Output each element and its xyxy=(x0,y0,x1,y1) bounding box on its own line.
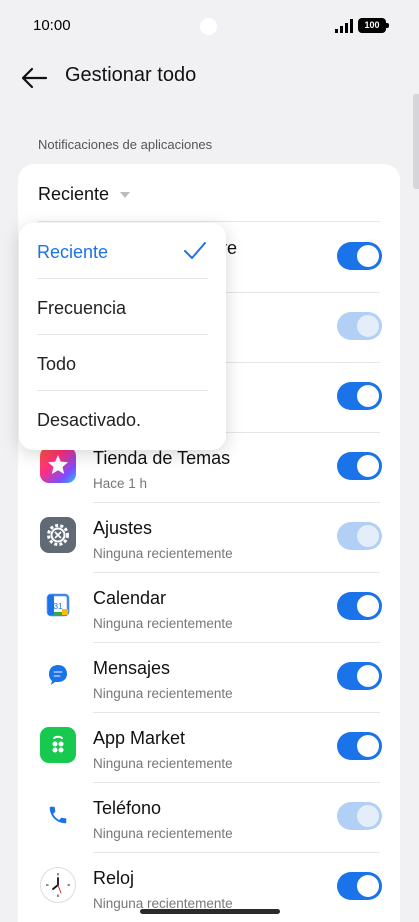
notification-toggle[interactable] xyxy=(337,592,382,620)
sort-option-frecuencia[interactable]: Frecuencia xyxy=(19,279,226,335)
svg-text:31: 31 xyxy=(54,602,63,611)
notification-toggle[interactable] xyxy=(337,732,382,760)
divider xyxy=(93,572,380,573)
notification-toggle[interactable] xyxy=(337,662,382,690)
toggle-knob xyxy=(357,455,379,477)
notification-toggle[interactable] xyxy=(337,802,382,830)
app-name: Calendar xyxy=(93,588,167,608)
app-last-notification: Ninguna recientemente xyxy=(93,546,233,561)
sort-selector[interactable]: Reciente xyxy=(18,164,400,222)
divider xyxy=(93,852,380,853)
home-indicator[interactable] xyxy=(140,909,280,914)
sort-option-label: Reciente xyxy=(37,242,109,262)
sort-option-label: Desactivado. xyxy=(37,410,142,430)
camera-cutout xyxy=(200,18,217,35)
notification-toggle[interactable] xyxy=(337,522,382,550)
notification-toggle[interactable] xyxy=(337,312,382,340)
app-market-icon xyxy=(40,727,76,763)
status-bar: 10:00 100 xyxy=(0,0,419,52)
divider xyxy=(93,712,380,713)
sort-dropdown-menu: Reciente Frecuencia Todo Desactivado. xyxy=(19,223,226,450)
settings-gear-icon xyxy=(40,517,76,553)
notification-toggle[interactable] xyxy=(337,242,382,270)
app-last-notification: Hace 1 h xyxy=(93,476,148,491)
divider xyxy=(93,502,380,503)
app-row-ajustes[interactable]: Ajustes Ninguna recientemente xyxy=(18,502,400,572)
app-last-notification: Ninguna recientemente xyxy=(93,616,233,631)
back-button[interactable] xyxy=(16,60,52,96)
sort-option-desactivado[interactable]: Desactivado. xyxy=(19,391,226,447)
status-time: 10:00 xyxy=(33,17,71,34)
sort-option-label: Frecuencia xyxy=(37,298,127,318)
toggle-knob xyxy=(357,665,379,687)
checkmark-icon xyxy=(184,242,206,259)
app-name: Teléfono xyxy=(93,798,162,818)
notification-toggle[interactable] xyxy=(337,382,382,410)
toggle-knob xyxy=(357,245,379,267)
app-last-notification: Ninguna recientemente xyxy=(93,686,233,701)
toggle-knob xyxy=(357,875,379,897)
sort-option-reciente[interactable]: Reciente xyxy=(19,223,226,279)
phone-icon xyxy=(40,797,76,833)
toggle-knob xyxy=(357,805,379,827)
sort-option-label: Todo xyxy=(37,354,77,374)
sort-current-label: Reciente xyxy=(38,184,110,204)
app-row-app-market[interactable]: App Market Ninguna recientemente xyxy=(18,712,400,782)
calendar-icon: 31 xyxy=(40,587,76,623)
divider xyxy=(93,782,380,783)
section-label: Notificaciones de aplicaciones xyxy=(38,137,213,152)
battery-icon: 100 xyxy=(358,18,389,33)
clock-icon xyxy=(40,867,76,903)
app-name: Ajustes xyxy=(93,518,153,538)
notification-toggle[interactable] xyxy=(337,452,382,480)
toggle-knob xyxy=(357,595,379,617)
app-row-calendar[interactable]: 31 Calendar Ninguna recientemente xyxy=(18,572,400,642)
back-arrow-icon xyxy=(21,67,48,89)
sort-option-todo[interactable]: Todo xyxy=(19,335,226,391)
theme-store-icon xyxy=(40,447,76,483)
caret-down-icon xyxy=(120,192,130,198)
toggle-knob xyxy=(357,525,379,547)
app-name: Mensajes xyxy=(93,658,171,678)
app-name: Reloj xyxy=(93,868,135,888)
toggle-knob xyxy=(357,315,379,337)
app-row-telefono[interactable]: Teléfono Ninguna recientemente xyxy=(18,782,400,852)
scrollbar[interactable] xyxy=(413,94,419,189)
divider xyxy=(93,642,380,643)
toggle-knob xyxy=(357,385,379,407)
app-last-notification: Ninguna recientemente xyxy=(93,756,233,771)
notification-toggle[interactable] xyxy=(337,872,382,900)
app-name: Tienda de Temas xyxy=(93,448,231,468)
app-name: App Market xyxy=(93,728,186,748)
toggle-knob xyxy=(357,735,379,757)
page-title: Gestionar todo xyxy=(65,64,197,86)
app-last-notification: Ninguna recientemente xyxy=(93,826,233,841)
app-row-mensajes[interactable]: Mensajes Ninguna recientemente xyxy=(18,642,400,712)
signal-icon xyxy=(335,19,353,33)
messages-icon xyxy=(40,657,76,693)
